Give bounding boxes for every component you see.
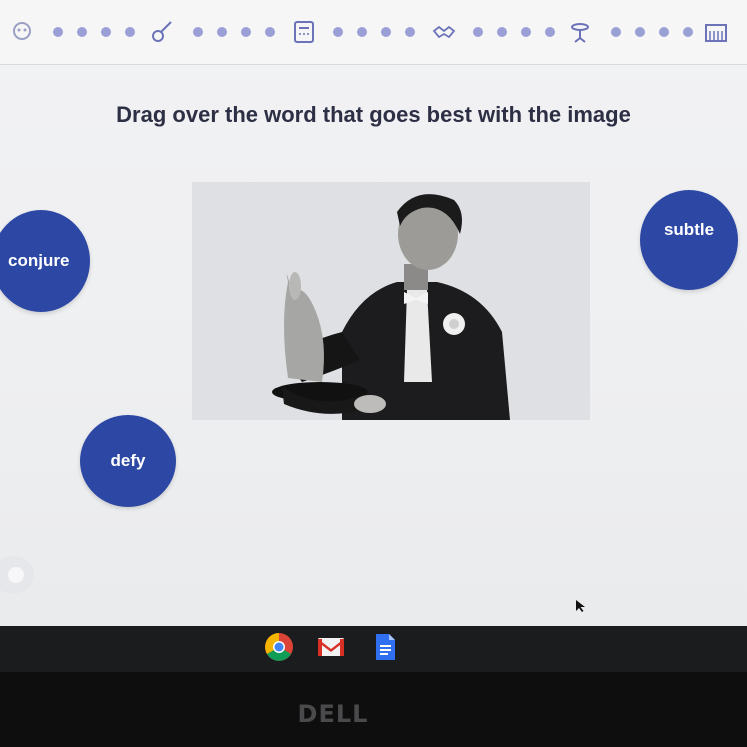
drum-icon (566, 18, 594, 46)
progress-dot (683, 27, 693, 37)
progress-dot (611, 27, 621, 37)
progress-dot (659, 27, 669, 37)
progress-dot (265, 27, 275, 37)
magician-with-rabbit-image (192, 182, 590, 420)
progress-dot (473, 27, 483, 37)
piano-icon (702, 18, 730, 46)
progress-bar (0, 0, 747, 65)
progress-dot (193, 27, 203, 37)
progress-dot (357, 27, 367, 37)
word-choice-label: subtle (663, 220, 715, 239)
progress-dot (405, 27, 415, 37)
word-choice-label: conjure (8, 251, 70, 270)
progress-dot (381, 27, 391, 37)
progress-dot (333, 27, 343, 37)
brand-logo: DELL (297, 700, 369, 728)
guitar-icon (148, 18, 176, 46)
progress-dot (545, 27, 555, 37)
progress-dot (77, 27, 87, 37)
lesson-prompt: Drag over the word that goes best with t… (116, 102, 631, 127)
word-choice-defy[interactable]: defy (80, 415, 176, 507)
calculator-icon (290, 18, 318, 46)
side-panel-handle[interactable] (0, 556, 34, 594)
word-choice-subtle[interactable]: subtle (640, 190, 738, 290)
chrome-icon[interactable] (264, 632, 294, 662)
progress-dot (635, 27, 645, 37)
progress-dot (217, 27, 227, 37)
docs-icon[interactable] (370, 632, 400, 662)
progress-dot (125, 27, 135, 37)
progress-dot (497, 27, 507, 37)
progress-dot (241, 27, 251, 37)
handshake-icon (430, 18, 458, 46)
progress-dot (101, 27, 111, 37)
progress-dot (521, 27, 531, 37)
gmail-icon[interactable] (316, 632, 346, 662)
word-choice-label: defy (110, 451, 146, 470)
word-choice-conjure[interactable]: conjure (0, 210, 90, 312)
head-icon (8, 18, 36, 46)
mouse-cursor-icon (576, 600, 585, 612)
app-screen: Drag over the word that goes best with t… (0, 0, 747, 672)
progress-dot (53, 27, 63, 37)
